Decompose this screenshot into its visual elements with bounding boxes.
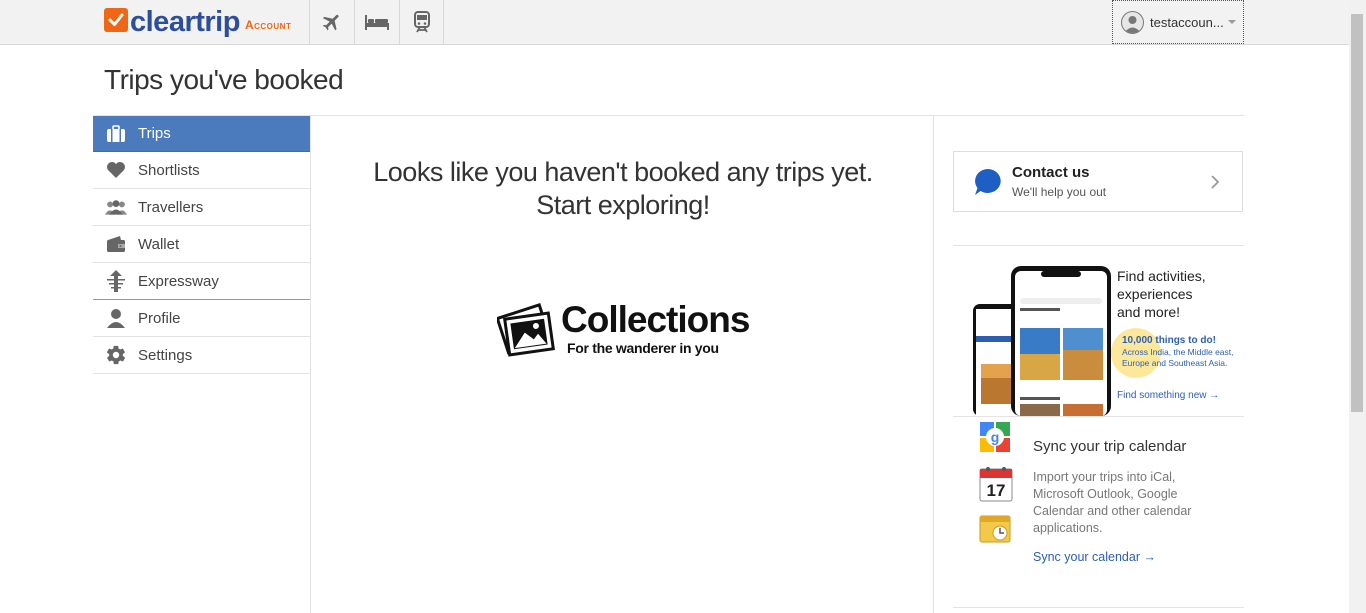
activities-promo[interactable]: Find activities, experiences and more! 1… [953, 258, 1244, 417]
heart-icon [105, 159, 127, 181]
find-something-new-link[interactable]: Find something new → [1117, 390, 1219, 401]
sidebar-item-profile[interactable]: Profile [93, 300, 310, 337]
sidebar-item-label: Settings [138, 346, 193, 364]
sidebar-item-label: Travellers [138, 198, 204, 216]
collections-tagline: For the wanderer in you [567, 340, 719, 356]
sidebar-item-wallet[interactable]: Wallet [93, 226, 310, 263]
page-scrollbar[interactable] [1349, 0, 1366, 613]
contact-us-card[interactable]: Contact us We'll help you out [953, 151, 1243, 212]
empty-message-line2: Start exploring! [536, 190, 710, 220]
svg-text:g: g [991, 429, 1000, 445]
account-sidebar: Trips Shortlists Travellers Wallet Expre… [93, 116, 310, 374]
user-name: testaccoun... [1150, 14, 1224, 30]
sidebar-item-label: Expressway [138, 272, 219, 290]
sidebar-item-label: Shortlists [138, 161, 200, 179]
wallet-icon [105, 233, 127, 255]
user-account-menu[interactable]: testaccoun... [1112, 0, 1244, 44]
promo-heading: Find activities, experiences and more! [1117, 267, 1206, 321]
sync-calendar-description: Import your trips into iCal, Microsoft O… [1033, 470, 1192, 535]
airplane-icon[interactable] [309, 0, 354, 44]
empty-message-line1: Looks like you haven't booked any trips … [373, 157, 873, 187]
sync-calendar-title: Sync your trip calendar [1033, 438, 1187, 455]
promo-heading-line: and more! [1117, 304, 1181, 320]
contact-subtitle: We'll help you out [1012, 185, 1107, 199]
top-header: cleartrip Account testaccoun... [0, 0, 1349, 45]
logo-check-icon [104, 8, 128, 32]
logo-text: cleartrip [130, 6, 240, 38]
sidebar-item-label: Profile [138, 309, 181, 327]
avatar [1121, 10, 1144, 34]
chevron-right-icon [1211, 175, 1220, 189]
person-icon [105, 307, 127, 329]
promo-divider [953, 416, 1244, 417]
train-icon[interactable] [399, 0, 444, 44]
chat-bubble-icon [975, 168, 1001, 195]
scrollbar-thumb[interactable] [1351, 14, 1363, 412]
sidebar-item-travellers[interactable]: Travellers [93, 189, 310, 226]
right-bottom-divider [953, 607, 1244, 608]
collections-title: Collections [561, 299, 750, 340]
promo-count: 10,000 things to do! [1122, 335, 1216, 346]
hotel-bed-icon[interactable] [354, 0, 399, 44]
chevron-down-icon [1227, 20, 1236, 24]
briefcase-icon [105, 123, 127, 145]
google-calendar-icon: g [980, 422, 1010, 452]
promo-heading-line: experiences [1117, 286, 1193, 302]
contact-title: Contact us [1012, 164, 1090, 181]
promo-heading-line: Find activities, [1117, 268, 1206, 284]
empty-trips-message: Looks like you haven't booked any trips … [311, 156, 935, 222]
people-icon [105, 196, 127, 218]
collections-banner[interactable]: Collections For the wanderer in you [497, 300, 757, 360]
sidebar-item-expressway[interactable]: Expressway [93, 263, 310, 300]
outlook-calendar-icon [979, 515, 1011, 543]
cleartrip-logo[interactable]: cleartrip Account [104, 6, 291, 38]
expressway-icon [105, 270, 127, 292]
sidebar-item-label: Trips [138, 125, 171, 142]
sidebar-item-shortlists[interactable]: Shortlists [93, 152, 310, 189]
sidebar-item-label: Wallet [138, 235, 180, 253]
trips-main-panel: Looks like you haven't booked any trips … [310, 116, 934, 613]
sidebar-item-trips[interactable]: Trips [93, 116, 310, 152]
calendar-apps-icons: g 17 [978, 420, 1014, 549]
collections-photos-icon [497, 303, 555, 357]
calendar-day-number: 17 [987, 481, 1006, 500]
product-nav [309, 0, 444, 44]
phone-app-illustration [973, 266, 1111, 416]
sync-calendar-link[interactable]: Sync your calendar → [1033, 550, 1156, 564]
right-divider [953, 245, 1244, 246]
gear-icon [105, 344, 127, 366]
sidebar-item-settings[interactable]: Settings [93, 337, 310, 374]
promo-description: Across India, the Middle east, Europe an… [1122, 347, 1234, 368]
logo-subtitle: Account [244, 18, 292, 32]
page-title: Trips you've booked [104, 64, 344, 95]
ical-calendar-icon: 17 [979, 467, 1013, 502]
